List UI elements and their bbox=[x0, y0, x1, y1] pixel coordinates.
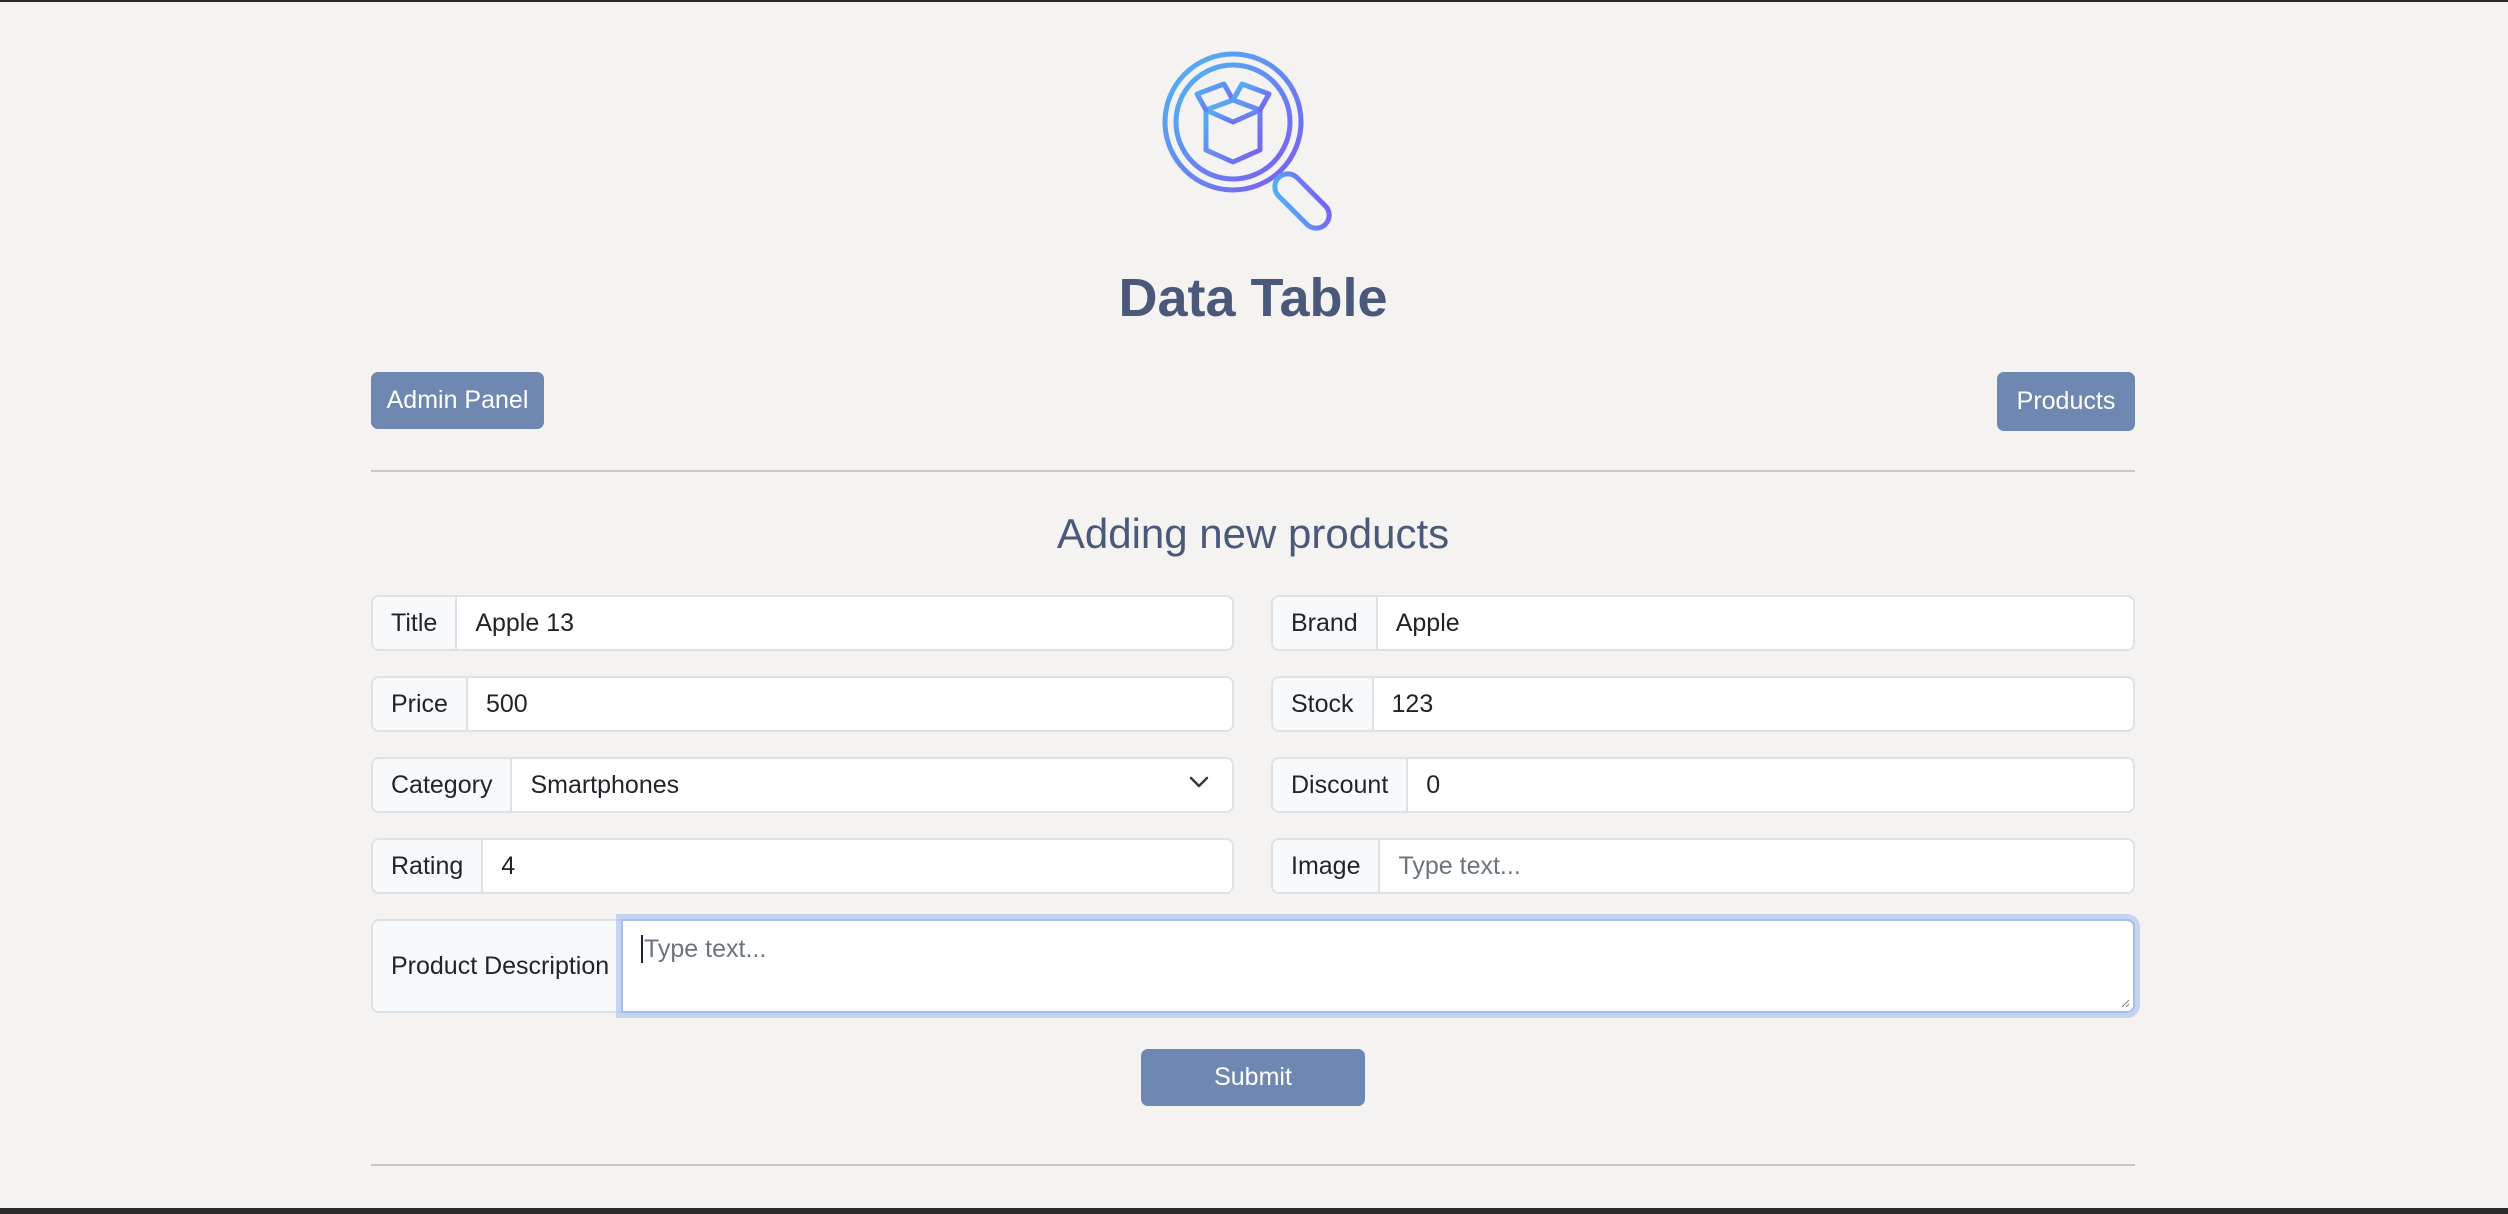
submit-button[interactable]: Submit bbox=[1141, 1049, 1365, 1106]
discount-input[interactable]: 0 bbox=[1408, 759, 2133, 811]
category-label: Category bbox=[373, 759, 513, 811]
description-textarea[interactable]: Type text... bbox=[621, 919, 2135, 1013]
stock-label: Stock bbox=[1273, 678, 1374, 730]
description-label: Product Description bbox=[371, 919, 621, 1013]
stock-input-group: Stock 123 bbox=[1271, 676, 2135, 732]
form-heading: Adding new products bbox=[1056, 510, 1450, 557]
chevron-down-icon bbox=[1189, 776, 1209, 788]
rating-label: Rating bbox=[373, 840, 484, 892]
price-label: Price bbox=[373, 678, 468, 730]
image-label: Image bbox=[1273, 840, 1381, 892]
brand-input-group: Brand Apple bbox=[1271, 595, 2135, 651]
category-input-group: Category Smartphones bbox=[371, 757, 1234, 813]
stock-input[interactable]: 123 bbox=[1373, 678, 2133, 730]
price-input[interactable]: 500 bbox=[467, 678, 1232, 730]
admin-panel-button[interactable]: Admin Panel bbox=[371, 372, 544, 429]
text-caret bbox=[641, 935, 643, 963]
title-input-group: Title Apple 13 bbox=[371, 595, 1234, 651]
category-select[interactable]: Smartphones bbox=[512, 759, 1232, 811]
window-bottom-edge bbox=[0, 1208, 2508, 1214]
category-selected-value: Smartphones bbox=[530, 770, 680, 799]
page-title: Data Table bbox=[1118, 268, 1388, 328]
divider bbox=[371, 470, 2135, 472]
rating-input-group: Rating 4 bbox=[371, 838, 1234, 894]
title-input[interactable]: Apple 13 bbox=[457, 597, 1232, 649]
divider bbox=[371, 1164, 2135, 1166]
discount-label: Discount bbox=[1273, 759, 1409, 811]
resize-handle-icon[interactable] bbox=[2120, 998, 2130, 1008]
image-input[interactable]: Type text... bbox=[1380, 840, 2133, 892]
description-placeholder: Type text... bbox=[644, 935, 767, 963]
price-input-group: Price 500 bbox=[371, 676, 1234, 732]
image-input-group: Image Type text... bbox=[1271, 838, 2135, 894]
title-label: Title bbox=[373, 597, 458, 649]
brand-label: Brand bbox=[1273, 597, 1378, 649]
rating-input[interactable]: 4 bbox=[483, 840, 1232, 892]
package-search-icon bbox=[1162, 51, 1332, 231]
brand-input[interactable]: Apple bbox=[1377, 597, 2133, 649]
discount-input-group: Discount 0 bbox=[1271, 757, 2135, 813]
description-input-group: Product Description Type text... bbox=[371, 919, 2135, 1013]
products-button[interactable]: Products bbox=[1997, 372, 2135, 431]
